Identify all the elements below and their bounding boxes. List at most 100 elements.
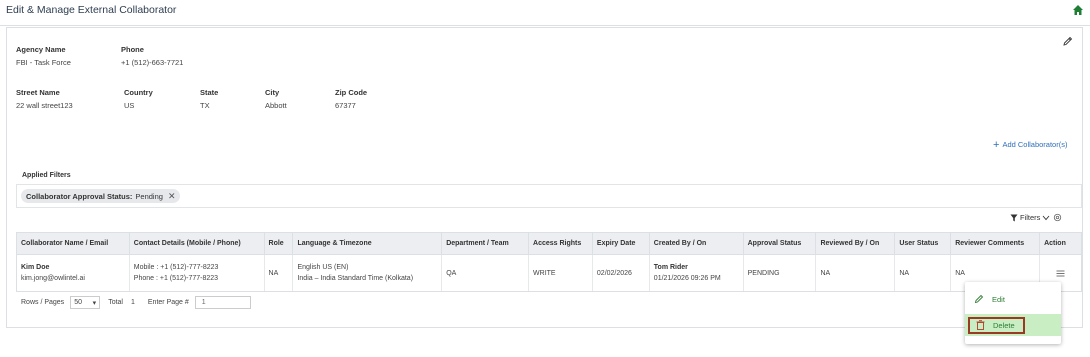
filter-chip[interactable]: Collaborator Approval Status: Pending ✕ xyxy=(21,189,181,203)
created-on-value: 01/21/2026 09:26 PM xyxy=(653,275,721,282)
cell-contact: Mobile : +1 (512)-777-8223 Phone : +1 (5… xyxy=(130,255,265,291)
phone-value: +1 (512)-663-7721 xyxy=(121,58,184,67)
reviewed-value: NA xyxy=(820,269,831,277)
col-header-department[interactable]: Department / Team xyxy=(442,233,530,254)
col-header-contact[interactable]: Contact Details (Mobile / Phone) xyxy=(130,233,265,254)
col-header-comments[interactable]: Reviewer Comments xyxy=(951,233,1041,254)
state-label: State xyxy=(200,88,219,97)
col-header-approval[interactable]: Approval Status xyxy=(744,233,817,254)
cell-created: Tom Rider 01/21/2026 09:26 PM xyxy=(650,255,744,291)
filter-chip-value: Pending xyxy=(135,191,163,201)
col-header-user-status[interactable]: User Status xyxy=(895,233,952,254)
city-label: City xyxy=(265,88,280,97)
pencil-icon[interactable] xyxy=(1062,36,1073,47)
approval-value: PENDING xyxy=(747,269,780,277)
phone-field: Phone +1 (512)-663-7721 xyxy=(121,45,183,67)
zip-label: Zip Code xyxy=(335,88,368,97)
col-header-created[interactable]: Created By / On xyxy=(650,233,744,254)
street-label: Street Name xyxy=(16,88,60,97)
access-value: WRITE xyxy=(533,269,556,277)
cell-reviewed: NA xyxy=(816,255,896,291)
mobile-value: Mobile : +1 (512)-777-8223 xyxy=(133,264,219,271)
col-header-name[interactable]: Collaborator Name / Email xyxy=(17,233,130,254)
cell-language: English US (EN) India – India Standard T… xyxy=(293,255,443,291)
applied-filters-box: Collaborator Approval Status: Pending ✕ xyxy=(16,184,1082,208)
page-number-input[interactable]: 1 xyxy=(194,296,251,309)
rows-per-page-value: 50 xyxy=(74,299,82,306)
col-header-reviewed[interactable]: Reviewed By / On xyxy=(816,233,896,254)
country-label: Country xyxy=(124,88,153,97)
delete-label: Delete xyxy=(993,320,1015,330)
collaborator-email: kim.jong@owlintel.ai xyxy=(21,275,85,282)
col-header-role[interactable]: Role xyxy=(265,233,294,254)
edit-label: Edit xyxy=(992,294,1005,304)
cell-expiry: 02/02/2026 xyxy=(593,255,650,291)
street-field: Street Name 22 wall street123 xyxy=(16,88,73,110)
hamburger-menu-icon[interactable] xyxy=(1056,270,1065,277)
phone-cell-value: Phone : +1 (512)-777-8223 xyxy=(133,275,219,282)
agency-name-field: Agency Name FBI - Task Force xyxy=(16,45,71,67)
street-value: 22 wall street123 xyxy=(16,101,73,110)
cell-user-status: NA xyxy=(895,255,952,291)
created-by-value: Tom Rider xyxy=(653,264,688,271)
country-field: Country US xyxy=(124,88,153,110)
gear-icon[interactable] xyxy=(1053,213,1062,222)
country-value: US xyxy=(124,101,135,110)
department-value: QA xyxy=(446,269,457,277)
comments-value: NA xyxy=(955,269,965,277)
caret-down-icon: ▾ xyxy=(92,299,97,307)
close-icon[interactable]: ✕ xyxy=(168,191,176,202)
cell-access: WRITE xyxy=(529,255,593,291)
language-value: English US (EN) xyxy=(297,264,349,271)
expiry-value: 02/02/2026 xyxy=(596,269,632,277)
table-header: Collaborator Name / Email Contact Detail… xyxy=(17,233,1081,255)
zip-value: 67377 xyxy=(335,101,356,110)
filters-button[interactable]: Filters xyxy=(1010,213,1050,222)
plus-icon: + xyxy=(993,138,1000,151)
page-title: Edit & Manage External Collaborator xyxy=(6,4,177,16)
phone-label: Phone xyxy=(121,45,144,54)
rows-per-page-label: Rows / Pages xyxy=(21,299,65,306)
cell-role: NA xyxy=(265,255,294,291)
collaborator-name: Kim Doe xyxy=(21,264,50,271)
chevron-down-icon xyxy=(1043,215,1050,220)
cell-name: Kim Doe kim.jong@owlintel.ai xyxy=(17,255,130,291)
filter-icon xyxy=(1010,214,1018,221)
zip-field: Zip Code 67377 xyxy=(335,88,367,110)
action-menu: Edit Delete xyxy=(965,282,1061,344)
edit-menu-item[interactable]: Edit xyxy=(965,288,1061,310)
col-header-expiry[interactable]: Expiry Date xyxy=(593,233,650,254)
add-collaborator-label: Add Collaborator(s) xyxy=(1002,140,1068,149)
total-value: 1 xyxy=(130,299,135,306)
timezone-value: India – India Standard Time (Kolkata) xyxy=(297,275,414,282)
collaborators-table: Collaborator Name / Email Contact Detail… xyxy=(16,232,1082,292)
role-value: NA xyxy=(268,269,279,277)
cell-approval: PENDING xyxy=(744,255,817,291)
enter-page-label: Enter Page # xyxy=(147,299,189,306)
agency-name-value: FBI - Task Force xyxy=(16,58,71,67)
col-header-access[interactable]: Access Rights xyxy=(529,233,593,254)
filters-label: Filters xyxy=(1020,213,1041,222)
state-field: State TX xyxy=(200,88,218,110)
cell-department: QA xyxy=(442,255,530,291)
rows-per-page-select[interactable]: 50 ▾ xyxy=(70,296,101,309)
table-row: Kim Doe kim.jong@owlintel.ai Mobile : +1… xyxy=(17,255,1081,291)
pencil-icon xyxy=(974,294,984,304)
applied-filters-label: Applied Filters xyxy=(22,172,71,179)
add-collaborator-button[interactable]: + Add Collaborator(s) xyxy=(993,138,1068,151)
col-header-action: Action xyxy=(1044,240,1066,247)
delete-highlight-frame: Delete xyxy=(968,316,1025,334)
user-status-value: NA xyxy=(899,269,910,277)
delete-menu-item[interactable]: Delete xyxy=(965,314,1061,336)
agency-name-label: Agency Name xyxy=(16,45,66,54)
filter-chip-key: Collaborator Approval Status: xyxy=(26,191,133,201)
city-field: City Abbott xyxy=(265,88,287,110)
pagination: Rows / Pages 50 ▾ Total 1 Enter Page # 1 xyxy=(21,296,251,309)
collaborator-card: Agency Name FBI - Task Force Phone +1 (5… xyxy=(6,27,1083,328)
home-icon[interactable] xyxy=(1072,4,1084,16)
col-header-language[interactable]: Language & Timezone xyxy=(293,233,443,254)
total-label: Total xyxy=(108,299,123,306)
state-value: TX xyxy=(200,101,210,110)
trash-icon xyxy=(976,320,985,330)
city-value: Abbott xyxy=(265,101,287,110)
